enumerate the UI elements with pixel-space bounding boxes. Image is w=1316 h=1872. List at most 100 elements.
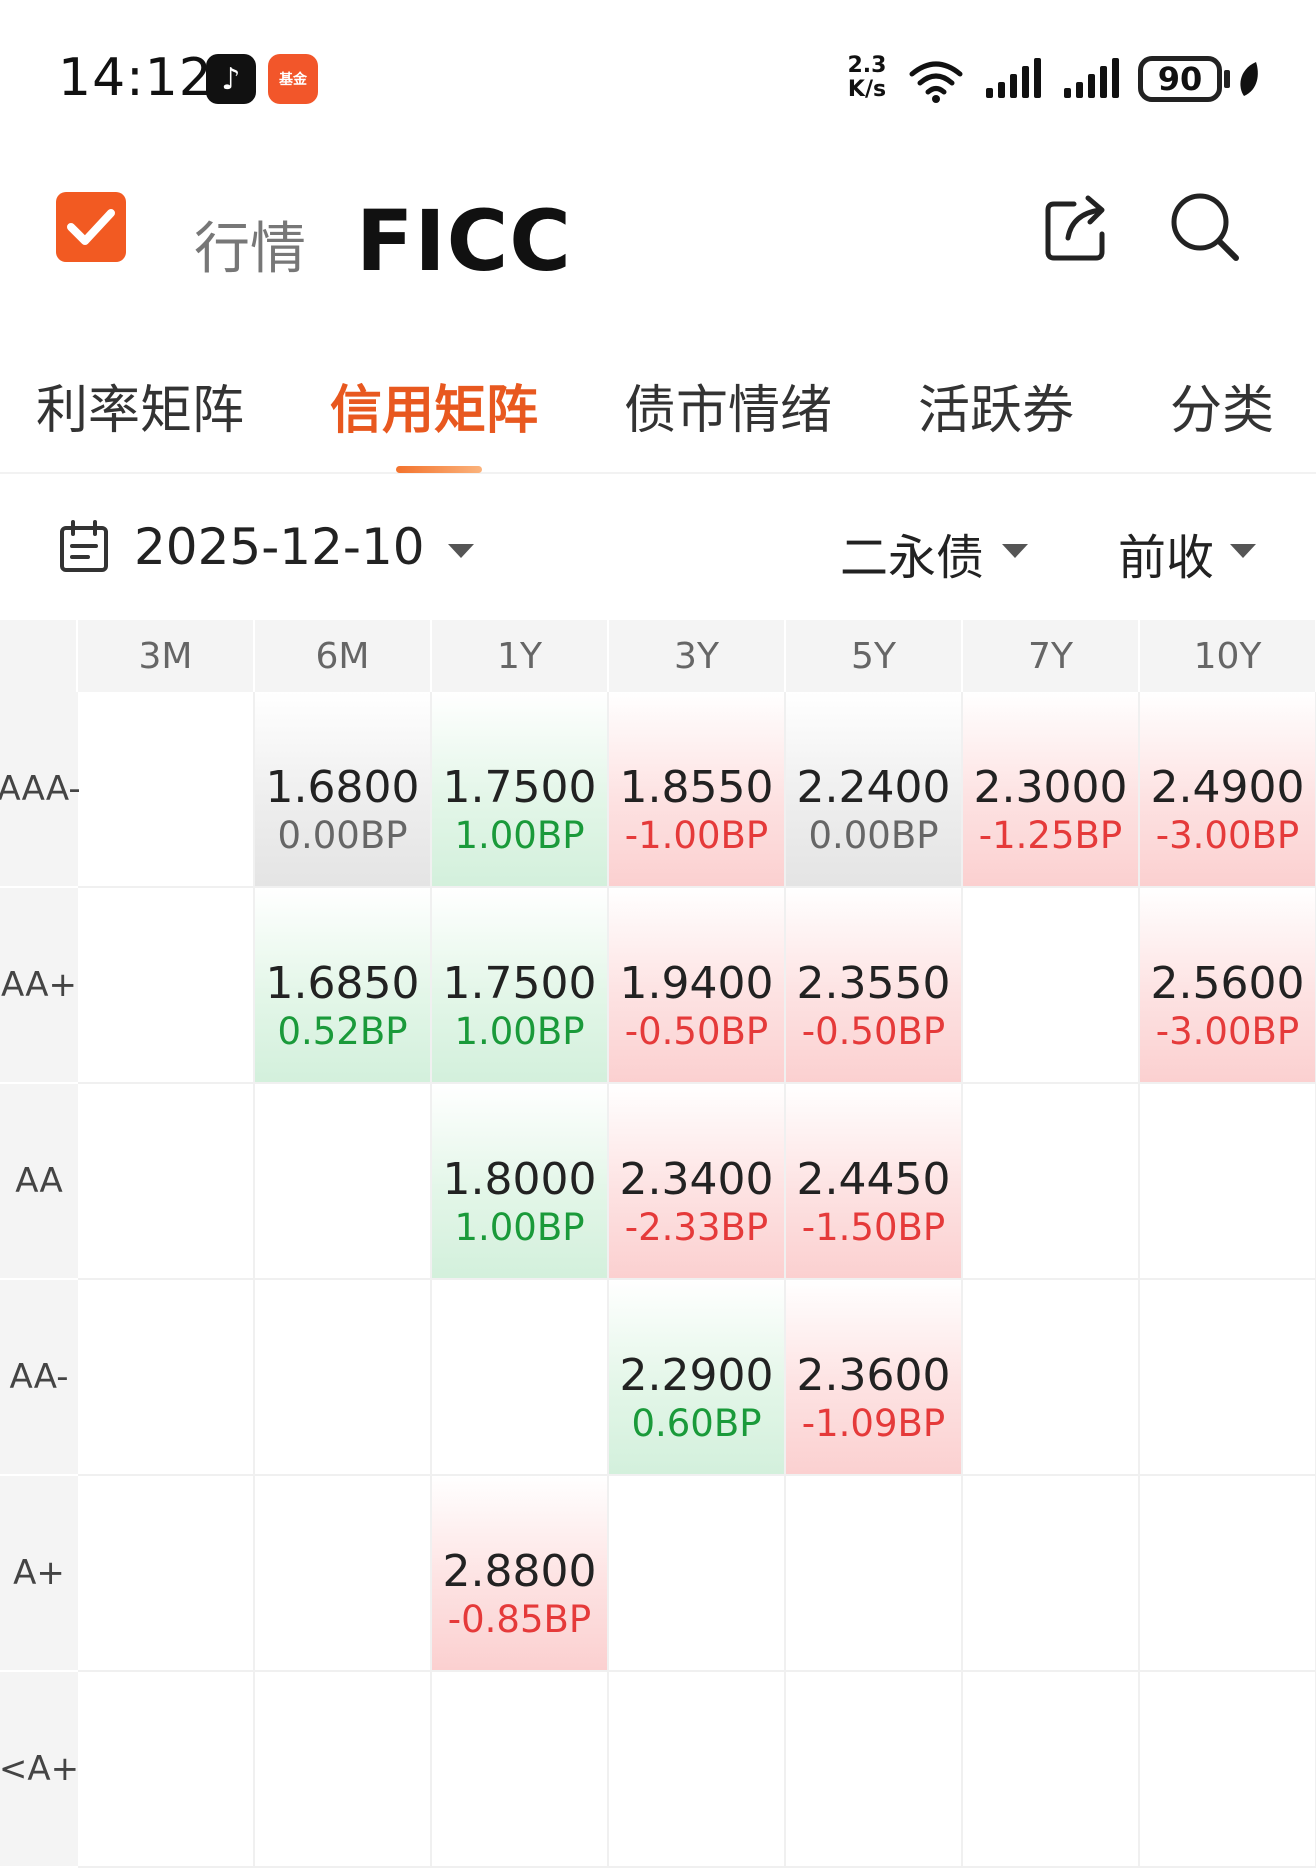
yield-value: 1.7500 [442,762,597,813]
battery-level: 90 [1157,60,1203,98]
status-bar: 14:12 ♪ 基金 2.3 K/s 90 [0,0,1316,150]
share-icon[interactable] [1040,190,1116,266]
bp-change: -2.33BP [624,1206,769,1249]
bp-change: 0.60BP [631,1402,762,1445]
yield-value: 2.4900 [1150,762,1305,813]
matrix-cell-empty [963,1672,1140,1868]
checkbox-logo-icon[interactable] [56,192,126,262]
matrix-cell-empty [432,1672,609,1868]
bond-type-selector[interactable]: 二永债 [840,518,984,588]
row-header: <A+ [0,1672,79,1868]
matrix-cell[interactable]: 1.6850 0.52BP [255,888,432,1084]
fund-app-icon: 基金 [268,54,318,104]
matrix-cell[interactable]: 2.3400 -2.33BP [609,1084,786,1280]
leaf-icon [1240,62,1258,96]
matrix-cell-empty [78,1280,255,1476]
matrix-corner-cell [0,620,78,692]
matrix-cell[interactable]: 2.4450 -1.50BP [786,1084,963,1280]
search-icon[interactable] [1166,188,1242,264]
yield-value: 1.8550 [619,762,774,813]
tiktok-app-icon: ♪ [206,54,256,104]
yield-value: 2.2900 [619,1350,774,1401]
matrix-cell-empty [1140,1672,1316,1868]
matrix-cell[interactable]: 1.8000 1.00BP [432,1084,609,1280]
date-selector[interactable]: 2025-12-10 [134,518,425,576]
network-speed-value: 2.3 [847,53,887,78]
matrix-cell-empty [255,1084,432,1280]
row-header: A+ [0,1476,78,1672]
bp-change: -1.00BP [624,814,769,857]
tab-active-bonds[interactable]: 活跃券 [918,368,1074,443]
row-header: AA [0,1084,78,1280]
filter-row: 2025-12-10 二永债 前收 [0,474,1316,620]
yield-value: 2.3550 [796,958,951,1009]
matrix-cell-empty [78,1084,255,1280]
bp-change: -1.50BP [801,1206,946,1249]
matrix-cell[interactable]: 1.7500 1.00BP [432,692,609,888]
yield-value: 2.2400 [796,762,951,813]
bp-change: 0.00BP [277,814,408,857]
matrix-cell[interactable]: 1.7500 1.00BP [432,888,609,1084]
yield-value: 1.8000 [442,1154,597,1205]
battery-icon: 90 [1138,56,1222,102]
credit-matrix-table: 3M 6M 1Y 3Y 5Y 7Y 10Y AAA- 1.6800 0.00BP 1.7500 1.0… [0,620,1316,1872]
matrix-cell[interactable]: 2.3550 -0.50BP [786,888,963,1084]
matrix-cell[interactable]: 2.8800 -0.85BP [432,1476,609,1672]
tab-credit-matrix[interactable]: 信用矩阵 [330,368,538,443]
matrix-cell-empty [432,1280,609,1476]
bp-change: -0.50BP [624,1010,769,1053]
matrix-cell[interactable]: 2.3600 -1.09BP [786,1280,963,1476]
column-header: 5Y [786,620,963,692]
yield-value: 2.5600 [1150,958,1305,1009]
matrix-cell-empty [963,1084,1140,1280]
network-speed-unit: K/s [847,77,887,102]
matrix-cell[interactable]: 1.8550 -1.00BP [609,692,786,888]
column-header: 3M [78,620,255,692]
matrix-cell-empty [1140,1476,1316,1672]
cell-signal-icon [1064,58,1119,98]
chevron-down-icon[interactable] [448,544,474,558]
matrix-cell-empty [786,1672,963,1868]
compare-selector[interactable]: 前收 [1118,518,1214,588]
network-speed: 2.3 K/s [842,54,892,102]
calendar-icon[interactable] [58,520,110,574]
chevron-down-icon[interactable] [1230,544,1256,558]
matrix-cell-empty [255,1476,432,1672]
wifi-icon [909,61,963,103]
matrix-cell[interactable]: 1.6800 0.00BP [255,692,432,888]
bp-change: -0.85BP [447,1598,592,1641]
bp-change: -0.50BP [801,1010,946,1053]
tab-category[interactable]: 分类 [1170,368,1274,443]
matrix-cell-empty [963,888,1140,1084]
row-header: AAA- [0,692,81,888]
matrix-cell[interactable]: 1.9400 -0.50BP [609,888,786,1084]
status-time: 14:12 [58,48,213,108]
yield-value: 2.4450 [796,1154,951,1205]
yield-value: 1.9400 [619,958,774,1009]
tab-rate-matrix[interactable]: 利率矩阵 [36,368,244,443]
yield-value: 2.3600 [796,1350,951,1401]
tab-indicator [396,466,482,473]
bp-change: -1.25BP [978,814,1123,857]
chevron-down-icon[interactable] [1002,544,1028,558]
matrix-cell[interactable]: 2.3000 -1.25BP [963,692,1140,888]
matrix-cell-empty [255,1672,432,1868]
row-header: AA- [0,1280,78,1476]
header-subtitle[interactable]: 行情 [194,204,306,285]
matrix-cell-empty [963,1280,1140,1476]
matrix-cell[interactable]: 2.2900 0.60BP [609,1280,786,1476]
matrix-cell-empty [78,1672,255,1868]
bp-change: 0.00BP [808,814,939,857]
matrix-cell-empty [963,1476,1140,1672]
yield-value: 2.3000 [973,762,1128,813]
page-title: FICC [356,192,572,290]
matrix-cell[interactable]: 2.4900 -3.00BP [1140,692,1316,888]
tab-bond-sentiment[interactable]: 债市情绪 [624,368,832,443]
yield-value: 1.7500 [442,958,597,1009]
matrix-cell-empty [1140,1084,1316,1280]
matrix-cell-empty [609,1672,786,1868]
matrix-cell-empty [609,1476,786,1672]
bp-change: -1.09BP [801,1402,946,1445]
matrix-cell[interactable]: 2.5600 -3.00BP [1140,888,1316,1084]
matrix-cell[interactable]: 2.2400 0.00BP [786,692,963,888]
